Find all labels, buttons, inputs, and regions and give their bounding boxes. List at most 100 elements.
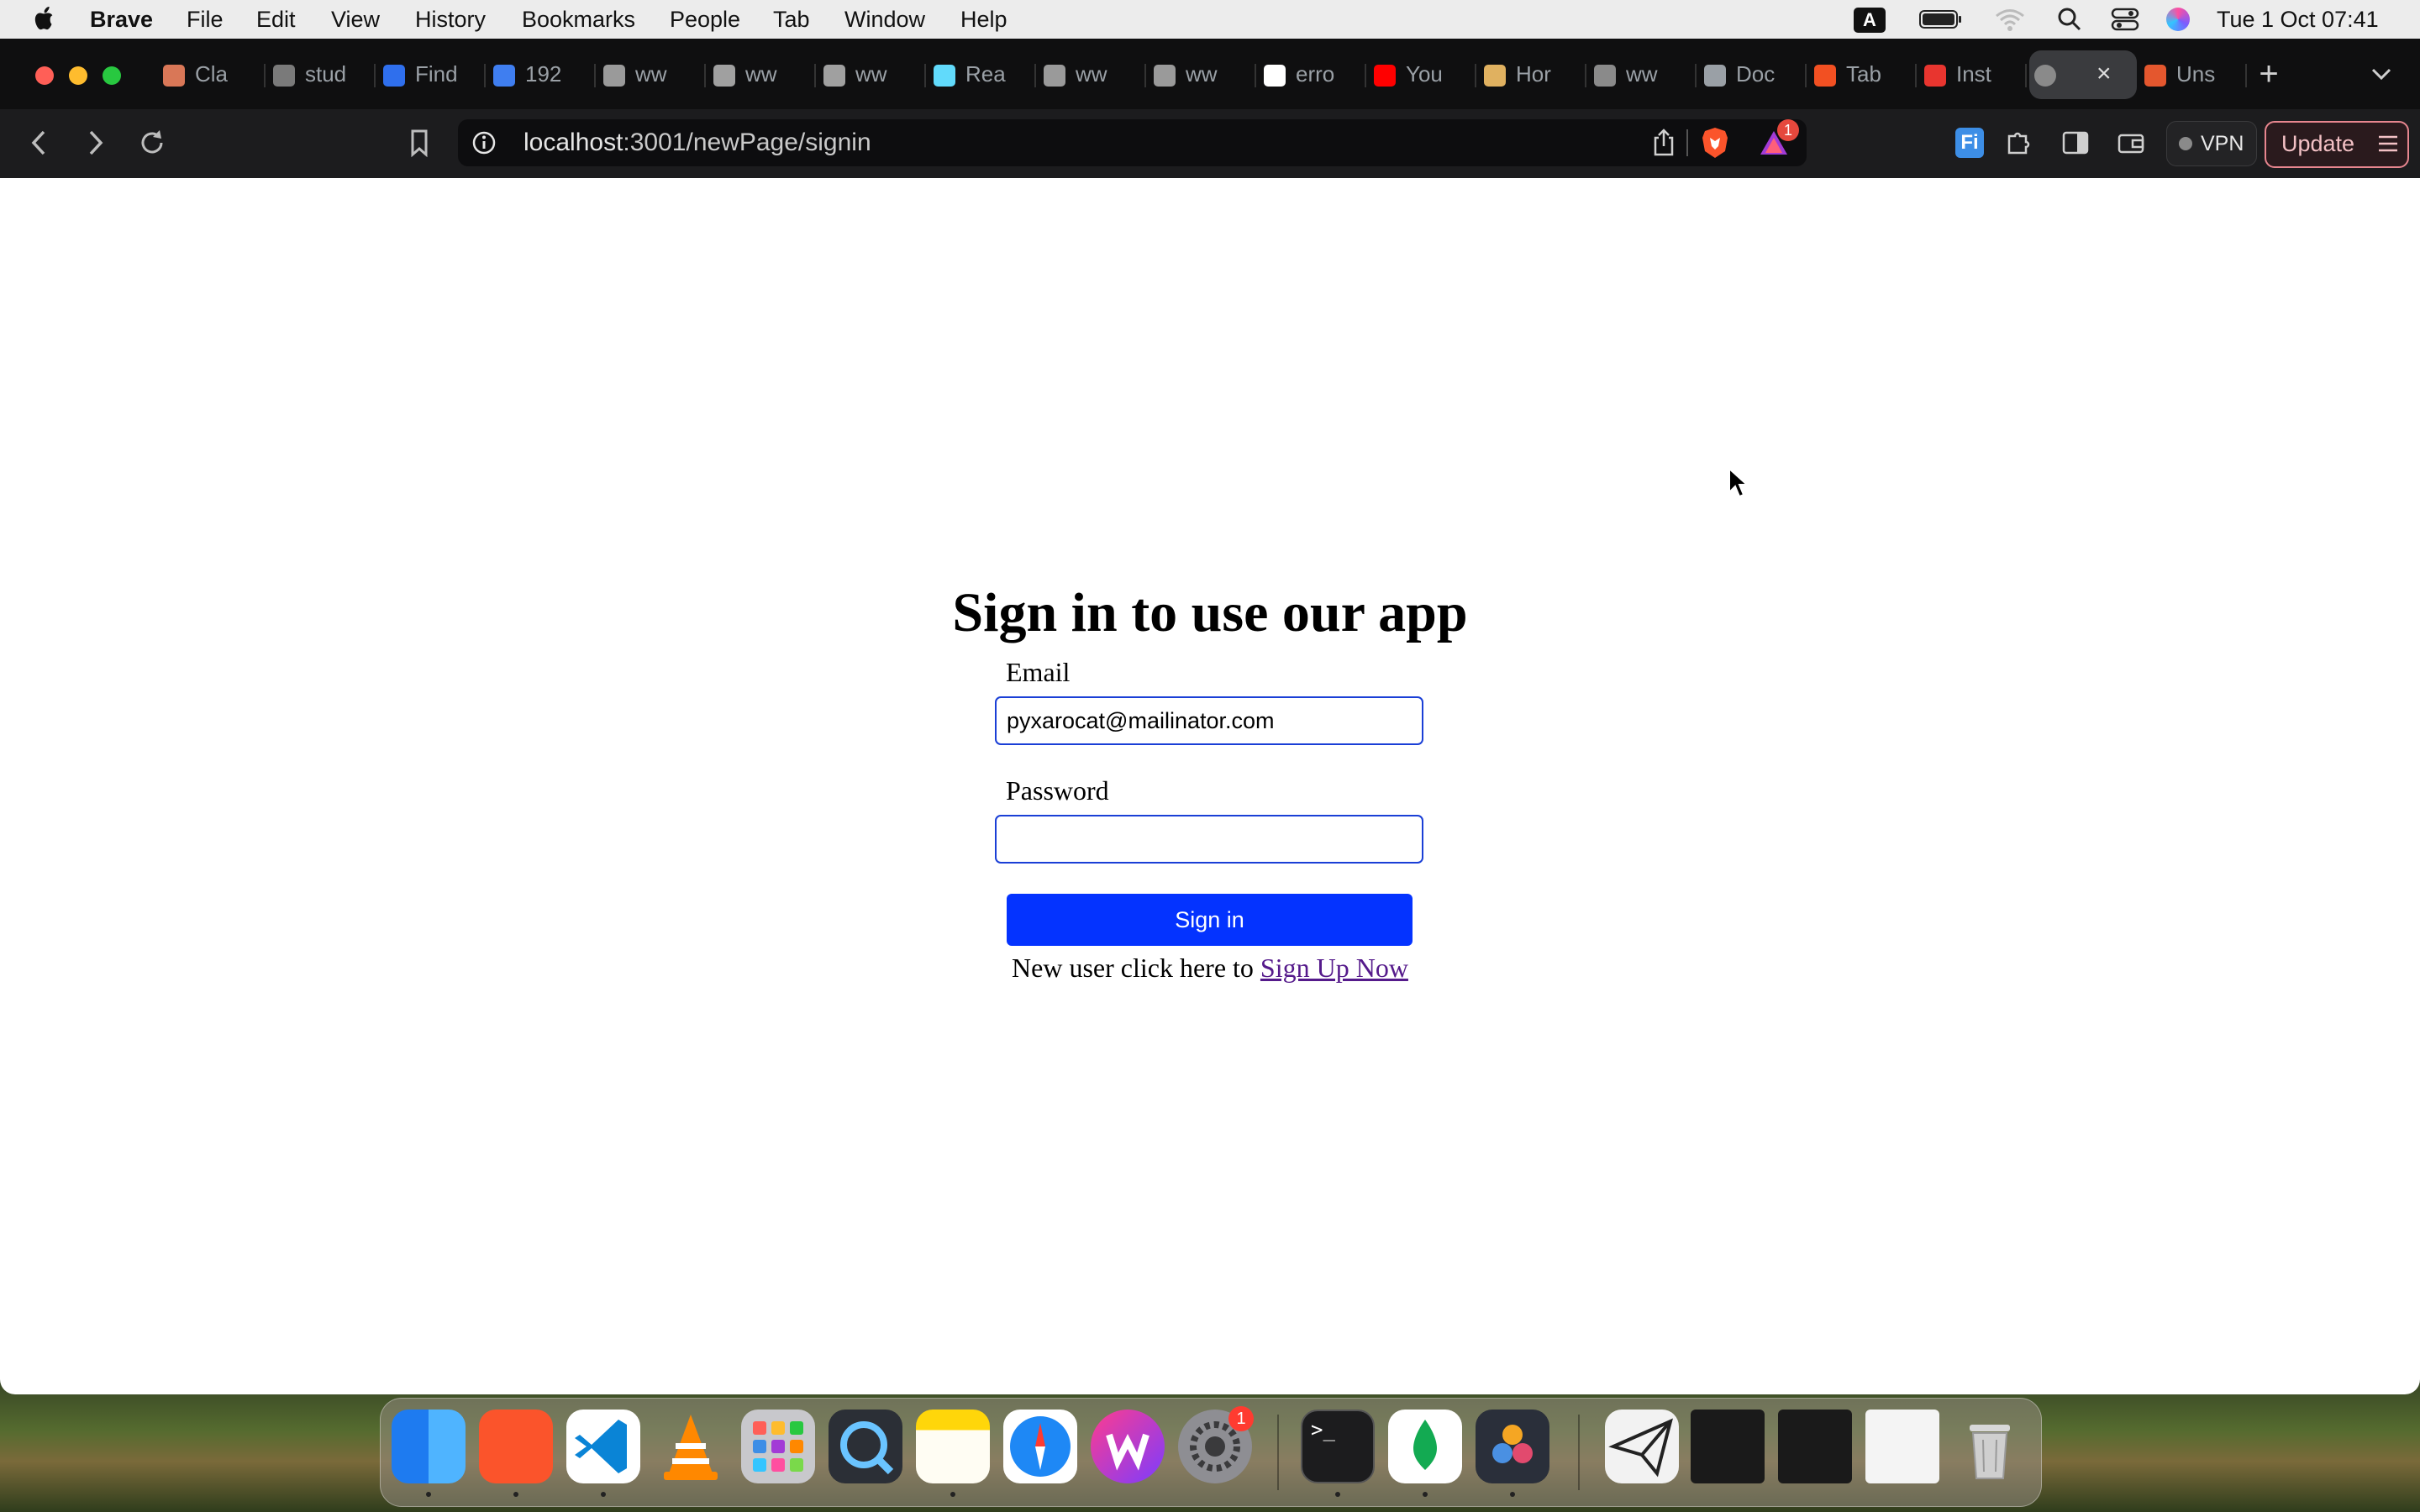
sidebar-toggle-icon[interactable] (2060, 128, 2091, 158)
menu-view[interactable]: View (331, 6, 380, 33)
tab-label: erro (1296, 61, 1335, 87)
tab-close-icon[interactable]: × (2096, 60, 2112, 88)
brave-browser-icon[interactable] (479, 1410, 553, 1483)
browser-tab[interactable]: Uns (2139, 50, 2247, 99)
vscode-icon[interactable] (566, 1410, 640, 1483)
menu-bookmarks[interactable]: Bookmarks (522, 6, 635, 33)
control-center-icon[interactable] (2111, 7, 2139, 32)
battery-icon[interactable] (1919, 7, 1963, 32)
minimized-window-terminal-2[interactable] (1778, 1410, 1852, 1483)
sign-up-link[interactable]: Sign Up Now (1260, 953, 1408, 983)
url-text[interactable]: localhost:3001/newPage/signin (523, 129, 871, 156)
window-close-button[interactable] (35, 66, 54, 85)
reload-icon[interactable] (137, 128, 167, 158)
browser-tab[interactable]: Doc (1699, 50, 1807, 99)
extension-fi-icon[interactable]: Fi (1955, 128, 1984, 158)
site-info-icon[interactable] (471, 130, 497, 155)
browser-tab[interactable]: Rea (929, 50, 1036, 99)
new-tab-button[interactable]: + (2252, 54, 2286, 94)
browser-tab[interactable]: stud (268, 50, 376, 99)
browser-tab[interactable]: ww (1149, 50, 1256, 99)
notes-icon[interactable] (916, 1410, 990, 1483)
menu-people[interactable]: People (670, 6, 740, 33)
menu-window[interactable]: Window (844, 6, 925, 33)
url-path: :3001/newPage/signin (623, 129, 871, 156)
tab-favicon-icon (1044, 65, 1065, 87)
running-indicator (950, 1492, 955, 1497)
tab-separator (594, 64, 596, 87)
minimized-window-terminal-1[interactable] (1691, 1410, 1765, 1483)
url-host: localhost (523, 129, 623, 156)
tab-separator (2245, 64, 2247, 87)
wallet-icon[interactable] (2116, 128, 2146, 158)
apple-icon[interactable] (34, 6, 57, 31)
spotlight-search-icon[interactable] (2057, 7, 2082, 32)
terminal-icon[interactable]: >_ (1301, 1410, 1375, 1483)
browser-tab[interactable]: You (1369, 50, 1476, 99)
minimized-window-browser[interactable] (1865, 1410, 1939, 1483)
forward-arrow-icon[interactable] (82, 128, 108, 158)
browser-tab[interactable]: ww (708, 50, 816, 99)
tab-label: Tab (1846, 61, 1881, 87)
email-label: Email (1006, 657, 1071, 687)
tab-separator (2025, 64, 2027, 87)
browser-tab[interactable]: Cla (158, 50, 266, 99)
update-label: Update (2281, 131, 2355, 156)
wifi-icon[interactable] (1993, 7, 2027, 32)
browser-tab[interactable]: ww (818, 50, 926, 99)
tab-label: ww (1626, 61, 1658, 87)
menu-tab[interactable]: Tab (773, 6, 810, 33)
update-button[interactable]: Update (2265, 121, 2409, 168)
menu-app-name[interactable]: Brave (90, 6, 153, 33)
address-bar[interactable]: localhost:3001/newPage/signin 1 (458, 119, 1807, 166)
browser-tab[interactable]: Find (378, 50, 486, 99)
tab-active[interactable]: × (2029, 50, 2137, 99)
siri-icon[interactable] (2166, 8, 2190, 31)
tab-separator (1144, 64, 1146, 87)
tab-label: ww (855, 61, 887, 87)
menu-edit[interactable]: Edit (256, 6, 296, 33)
trash-icon[interactable] (1953, 1410, 2027, 1483)
share-icon[interactable] (1651, 128, 1676, 158)
finder-icon[interactable] (392, 1410, 466, 1483)
menu-history[interactable]: History (415, 6, 486, 33)
browser-tab[interactable]: erro (1259, 50, 1366, 99)
extensions-puzzle-icon[interactable] (2004, 128, 2034, 158)
window-minimize-button[interactable] (69, 66, 87, 85)
vlc-icon[interactable] (654, 1410, 728, 1483)
password-field[interactable] (995, 815, 1423, 864)
input-source-icon[interactable]: A (1854, 8, 1886, 33)
tab-favicon-icon (713, 65, 735, 87)
tab-separator (1585, 64, 1586, 87)
brave-shields-icon[interactable] (1700, 126, 1730, 160)
tab-search-chevron-icon[interactable] (2370, 66, 2393, 82)
bookmark-icon[interactable] (407, 128, 432, 158)
sign-in-button[interactable]: Sign in (1007, 894, 1413, 946)
quicktime-icon[interactable] (829, 1410, 902, 1483)
browser-tab[interactable]: Hor (1479, 50, 1586, 99)
mongodb-compass-icon[interactable] (1388, 1410, 1462, 1483)
davinci-resolve-icon[interactable] (1476, 1410, 1549, 1483)
dock-divider (1277, 1415, 1279, 1490)
back-arrow-icon[interactable] (27, 128, 52, 158)
vpn-button[interactable]: VPN (2166, 121, 2257, 166)
browser-tab[interactable]: 192 (488, 50, 596, 99)
running-indicator (601, 1492, 606, 1497)
dock-divider (1578, 1415, 1580, 1490)
safari-icon[interactable] (1003, 1410, 1077, 1483)
browser-tab[interactable]: Inst (1919, 50, 2027, 99)
browser-tab[interactable]: Tab (1809, 50, 1917, 99)
email-field[interactable] (995, 696, 1423, 745)
browser-tab[interactable]: ww (1589, 50, 1697, 99)
running-indicator (426, 1492, 431, 1497)
menu-help[interactable]: Help (960, 6, 1007, 33)
wps-office-icon[interactable] (1091, 1410, 1165, 1483)
launchpad-icon[interactable] (741, 1410, 815, 1483)
menu-bar-clock[interactable]: Tue 1 Oct 07:41 (2217, 6, 2379, 33)
menu-file[interactable]: File (187, 6, 224, 33)
send-paper-plane-icon[interactable] (1605, 1410, 1679, 1483)
window-zoom-button[interactable] (103, 66, 121, 85)
tab-favicon-icon (163, 65, 185, 87)
browser-tab[interactable]: ww (598, 50, 706, 99)
browser-tab[interactable]: ww (1039, 50, 1146, 99)
